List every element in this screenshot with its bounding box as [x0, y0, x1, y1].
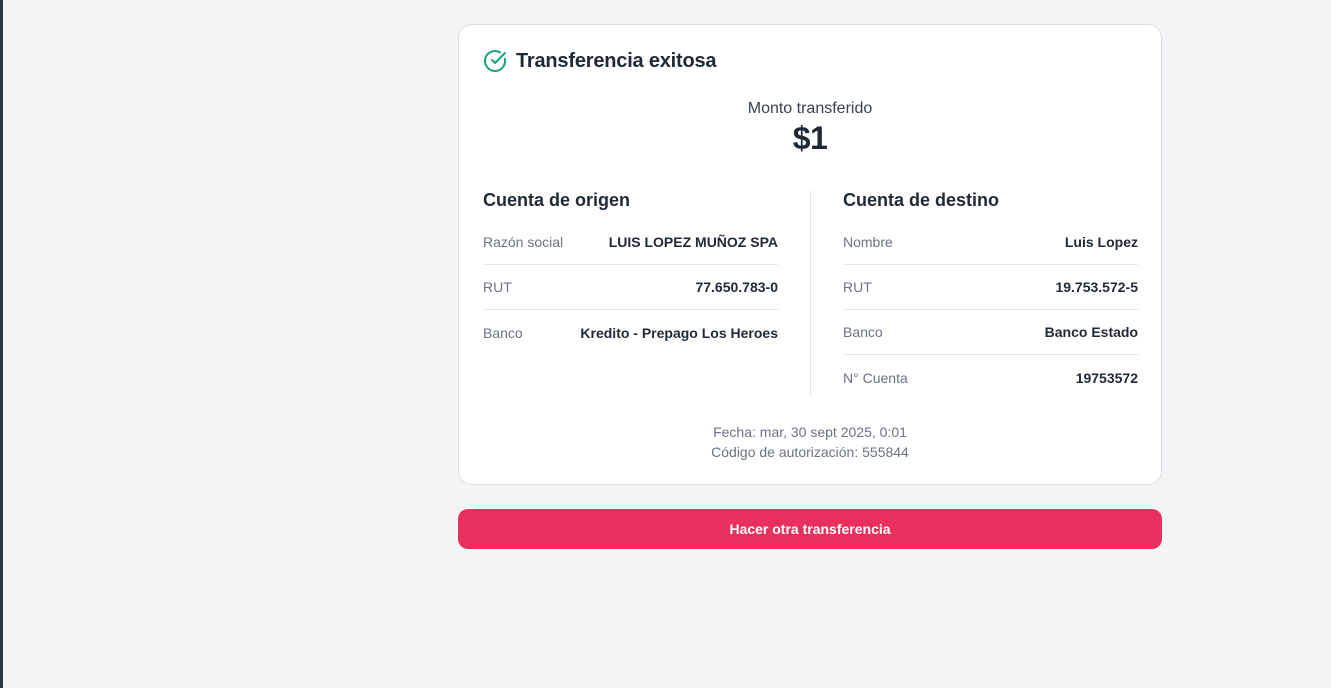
row-label: RUT	[483, 279, 512, 295]
row-value: Luis Lopez	[1064, 234, 1138, 250]
row-value: Kredito - Prepago Los Heroes	[580, 324, 778, 341]
check-circle-icon	[483, 49, 507, 73]
transfer-receipt-card: Transferencia exitosa Monto transferido …	[458, 24, 1162, 485]
row-label: N° Cuenta	[843, 369, 908, 386]
destination-row-rut: RUT 19.753.572-5	[843, 265, 1138, 310]
row-label: Banco	[843, 324, 883, 340]
origin-row-rut: RUT 77.650.783-0	[483, 265, 778, 310]
authorization-code: Código de autorización: 555844	[711, 444, 909, 460]
destination-row-numero-cuenta: N° Cuenta 19753572	[843, 355, 1138, 400]
amount-block: Monto transferido $1	[459, 100, 1161, 157]
origin-title: Cuenta de origen	[483, 190, 631, 210]
window-edge	[0, 0, 3, 688]
row-value: 19753572	[1075, 369, 1138, 386]
row-value: Banco Estado	[1044, 324, 1138, 340]
destination-row-banco: Banco Banco Estado	[843, 310, 1138, 355]
receipt-header: Transferencia exitosa	[483, 49, 717, 73]
origin-account-section: Cuenta de origen Razón social LUIS LOPEZ…	[483, 190, 778, 355]
row-label: Banco	[483, 324, 523, 341]
row-label: RUT	[843, 279, 872, 295]
origin-row-razon-social: Razón social LUIS LOPEZ MUÑOZ SPA	[483, 220, 778, 265]
transfer-date: Fecha: mar, 30 sept 2025, 0:01	[713, 424, 907, 440]
destination-title: Cuenta de destino	[843, 190, 1000, 210]
row-value: 19.753.572-5	[1055, 279, 1138, 295]
column-divider	[810, 190, 811, 396]
amount-value: $1	[792, 120, 828, 156]
new-transfer-button[interactable]: Hacer otra transferencia	[458, 509, 1162, 549]
amount-label: Monto transferido	[747, 100, 873, 117]
origin-row-banco: Banco Kredito - Prepago Los Heroes	[483, 310, 778, 355]
destination-account-section: Cuenta de destino Nombre Luis Lopez RUT …	[843, 190, 1138, 400]
row-label: Nombre	[843, 234, 893, 250]
receipt-footer: Fecha: mar, 30 sept 2025, 0:01 Código de…	[459, 422, 1161, 462]
row-label: Razón social	[483, 234, 564, 250]
row-value: 77.650.783-0	[695, 279, 778, 295]
destination-row-nombre: Nombre Luis Lopez	[843, 220, 1138, 265]
row-value: LUIS LOPEZ MUÑOZ SPA	[608, 234, 778, 250]
page-title: Transferencia exitosa	[516, 49, 717, 72]
